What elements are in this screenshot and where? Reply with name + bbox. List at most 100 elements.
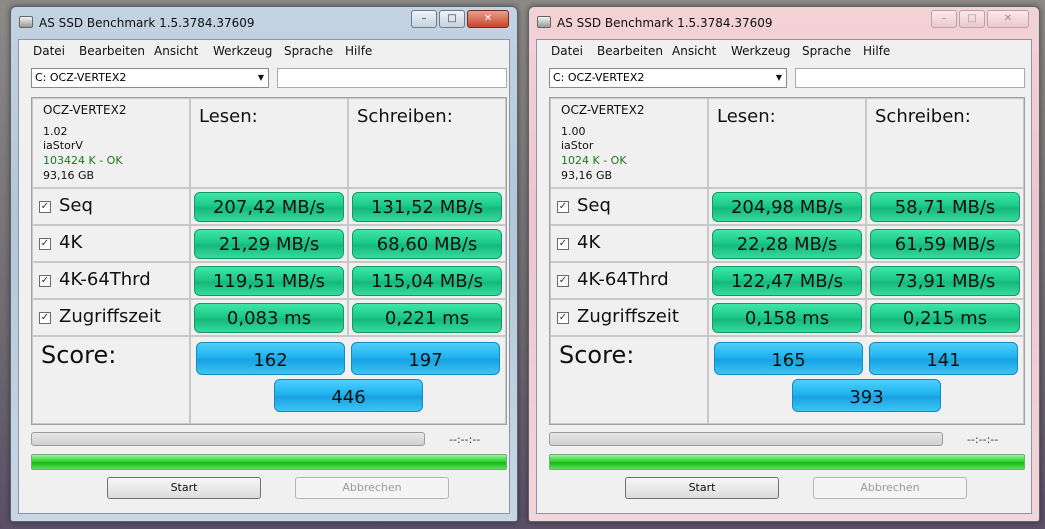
score-label-cell: Score:	[550, 336, 708, 424]
test-row: ✓ 4K-64Thrd	[550, 262, 708, 299]
read-result-cell: 22,28 MB/s	[708, 225, 866, 262]
test-row: ✓ Seq	[550, 188, 708, 225]
benchmark-window-right: AS SSD Benchmark 1.5.3784.37609 – □ ✕ Datei B…	[528, 6, 1040, 522]
status-textbox[interactable]	[277, 68, 507, 88]
test-label: 4K-64Thrd	[59, 269, 151, 290]
write-result-cell: 131,52 MB/s	[348, 188, 506, 225]
checkmark-icon[interactable]: ✓	[39, 275, 51, 287]
write-result-cell: 68,60 MB/s	[348, 225, 506, 262]
firmware-version: 1.00	[561, 125, 586, 138]
start-button[interactable]: Start	[107, 477, 261, 499]
read-result-cell: 0,083 ms	[190, 299, 348, 336]
checkmark-icon[interactable]: ✓	[557, 275, 569, 287]
title-bar[interactable]: AS SSD Benchmark 1.5.3784.37609 – □ ✕	[11, 7, 517, 39]
menu-item[interactable]: Hilfe	[863, 44, 890, 58]
read-result: 0,158 ms	[712, 303, 862, 333]
maximize-button[interactable]: □	[439, 10, 465, 28]
menu-bar: Datei Bearbeiten Ansicht Werkzeug Sprache Hil…	[537, 40, 1031, 62]
checkmark-icon[interactable]: ✓	[39, 312, 51, 324]
alignment-status: 1024 K - OK	[561, 154, 627, 167]
test-label: Seq	[577, 195, 611, 216]
test-label-wrap[interactable]: ✓ Zugriffszeit	[39, 306, 161, 327]
menu-item[interactable]: Bearbeiten	[79, 44, 145, 58]
checkmark-icon[interactable]: ✓	[557, 201, 569, 213]
test-label-wrap[interactable]: ✓ Seq	[39, 195, 93, 216]
benchmark-window-left: AS SSD Benchmark 1.5.3784.37609 – □ ✕ Datei B…	[10, 6, 518, 522]
test-label-wrap[interactable]: ✓ 4K	[39, 232, 82, 253]
test-label-wrap[interactable]: ✓ 4K-64Thrd	[39, 269, 151, 290]
close-button[interactable]: ✕	[467, 10, 509, 28]
menu-item[interactable]: Bearbeiten	[597, 44, 663, 58]
write-result-cell: 61,59 MB/s	[866, 225, 1024, 262]
title-bar[interactable]: AS SSD Benchmark 1.5.3784.37609 – □ ✕	[529, 7, 1039, 39]
menu-item[interactable]: Ansicht	[672, 44, 716, 58]
status-textbox[interactable]	[795, 68, 1025, 88]
read-result-cell: 207,42 MB/s	[190, 188, 348, 225]
menu-item[interactable]: Werkzeug	[731, 44, 790, 58]
checkmark-icon[interactable]: ✓	[39, 201, 51, 213]
drive-select[interactable]: C: OCZ-VERTEX2 ▼	[549, 68, 787, 88]
read-result: 122,47 MB/s	[712, 266, 862, 296]
write-result: 131,52 MB/s	[352, 192, 502, 222]
write-result: 61,59 MB/s	[870, 229, 1020, 259]
checkmark-icon[interactable]: ✓	[39, 238, 51, 250]
menu-item[interactable]: Ansicht	[154, 44, 198, 58]
driver-name: iaStorV	[43, 139, 83, 152]
close-button[interactable]: ✕	[987, 10, 1029, 28]
write-score: 197	[351, 342, 500, 375]
test-label-wrap[interactable]: ✓ Seq	[557, 195, 611, 216]
write-result: 73,91 MB/s	[870, 266, 1020, 296]
firmware-version: 1.02	[43, 125, 68, 138]
menu-bar: Datei Bearbeiten Ansicht Werkzeug Sprache Hil…	[19, 40, 509, 62]
test-row: ✓ 4K	[550, 225, 708, 262]
menu-item[interactable]: Sprache	[284, 44, 333, 58]
chevron-down-icon[interactable]: ▼	[776, 69, 782, 87]
start-button[interactable]: Start	[625, 477, 779, 499]
test-label-wrap[interactable]: ✓ 4K	[557, 232, 600, 253]
test-label: Zugriffszeit	[59, 306, 161, 327]
read-result-cell: 122,47 MB/s	[708, 262, 866, 299]
chevron-down-icon[interactable]: ▼	[258, 69, 264, 87]
menu-item[interactable]: Sprache	[802, 44, 851, 58]
total-score: 393	[792, 379, 941, 412]
write-header-label: Schreiben:	[875, 106, 971, 127]
read-result-cell: 119,51 MB/s	[190, 262, 348, 299]
test-row: ✓ Zugriffszeit	[32, 299, 190, 336]
test-label: Zugriffszeit	[577, 306, 679, 327]
drive-name: OCZ-VERTEX2	[561, 103, 645, 117]
checkmark-icon[interactable]: ✓	[557, 238, 569, 250]
menu-item[interactable]: Datei	[551, 44, 583, 58]
write-result: 58,71 MB/s	[870, 192, 1020, 222]
results-grid: OCZ-VERTEX2 1.00 iaStor 1024 K - OK 93,16 GB…	[549, 97, 1025, 425]
score-label-cell: Score:	[32, 336, 190, 424]
menu-item[interactable]: Datei	[33, 44, 65, 58]
minimize-button[interactable]: –	[411, 10, 437, 28]
test-row: ✓ 4K	[32, 225, 190, 262]
write-score: 141	[869, 342, 1018, 375]
read-result: 207,42 MB/s	[194, 192, 344, 222]
menu-item[interactable]: Werkzeug	[213, 44, 272, 58]
write-result: 68,60 MB/s	[352, 229, 502, 259]
drive-name: OCZ-VERTEX2	[43, 103, 127, 117]
elapsed-time: --:--:--	[449, 433, 481, 446]
abort-button[interactable]: Abbrechen	[813, 477, 967, 499]
read-result-cell: 204,98 MB/s	[708, 188, 866, 225]
read-result-cell: 21,29 MB/s	[190, 225, 348, 262]
test-row: ✓ Seq	[32, 188, 190, 225]
abort-button[interactable]: Abbrechen	[295, 477, 449, 499]
test-label-wrap[interactable]: ✓ 4K-64Thrd	[557, 269, 669, 290]
write-header-label: Schreiben:	[357, 106, 453, 127]
test-row: ✓ 4K-64Thrd	[32, 262, 190, 299]
score-values-cell: 162 197 446	[190, 336, 506, 424]
client-area: Datei Bearbeiten Ansicht Werkzeug Sprache Hil…	[18, 39, 510, 514]
minimize-button[interactable]: –	[931, 10, 957, 28]
drive-select[interactable]: C: OCZ-VERTEX2 ▼	[31, 68, 269, 88]
read-column-header: Lesen:	[708, 98, 866, 188]
write-result-cell: 58,71 MB/s	[866, 188, 1024, 225]
checkmark-icon[interactable]: ✓	[557, 312, 569, 324]
write-result-cell: 0,215 ms	[866, 299, 1024, 336]
maximize-button[interactable]: □	[959, 10, 985, 28]
test-label-wrap[interactable]: ✓ Zugriffszeit	[557, 306, 679, 327]
drive-info-panel: OCZ-VERTEX2 1.00 iaStor 1024 K - OK 93,16 GB	[550, 98, 708, 188]
menu-item[interactable]: Hilfe	[345, 44, 372, 58]
